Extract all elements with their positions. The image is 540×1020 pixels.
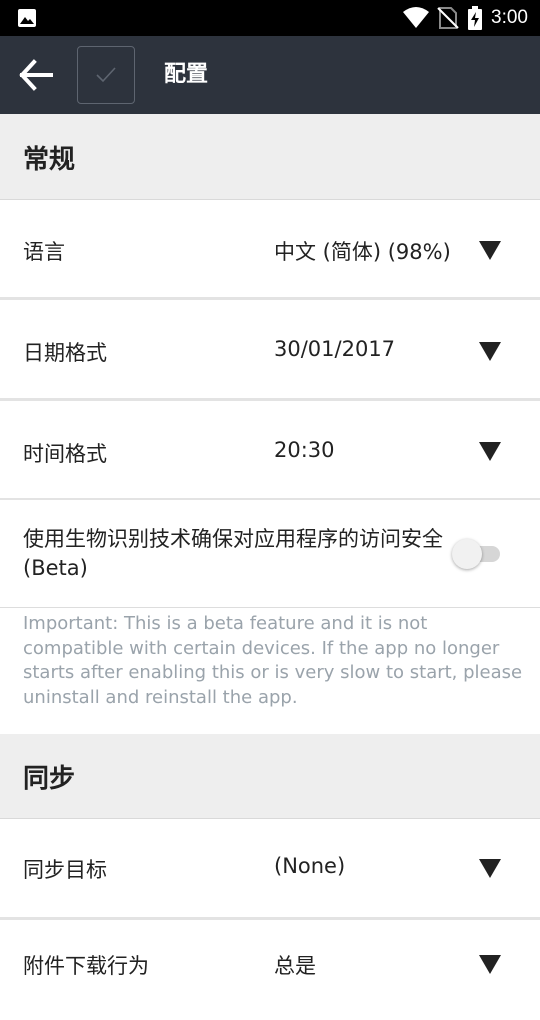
section-header-sync: 同步 (0, 734, 540, 819)
page-title: 配置 (164, 62, 209, 87)
dropdown-arrow-icon[interactable] (479, 442, 501, 461)
time-format-setting[interactable]: 时间格式 20:30 (0, 401, 540, 501)
toggle-thumb (452, 539, 482, 569)
attachment-download-setting[interactable]: 附件下载行为 总是 (0, 920, 540, 1020)
dropdown-arrow-icon[interactable] (479, 955, 501, 974)
save-button[interactable] (77, 46, 135, 104)
section-title: 常规 (23, 145, 76, 175)
app-bar: 配置 (0, 36, 540, 114)
status-bar: 3:00 (0, 0, 540, 36)
back-arrow-icon[interactable] (18, 58, 54, 92)
date-format-dropdown[interactable]: 30/01/2017 (274, 337, 395, 361)
sync-target-dropdown[interactable]: (None) (274, 854, 345, 878)
biometrics-toggle[interactable] (452, 539, 502, 569)
battery-charging-icon (468, 6, 483, 30)
language-dropdown[interactable]: 中文 (简体) (98%) (274, 236, 451, 266)
wifi-icon (403, 7, 430, 28)
section-header-general: 常规 (0, 114, 540, 200)
setting-label: 语言 (23, 240, 65, 264)
setting-label: 日期格式 (23, 341, 107, 365)
section-title: 同步 (23, 764, 76, 794)
dropdown-arrow-icon[interactable] (479, 241, 501, 260)
beta-warning-note: Important: This is a beta feature and it… (23, 613, 523, 708)
attachment-download-dropdown[interactable]: 总是 (274, 950, 316, 980)
time-format-dropdown[interactable]: 20:30 (274, 438, 335, 462)
check-icon (96, 67, 116, 83)
dropdown-arrow-icon[interactable] (479, 859, 501, 878)
sync-target-setting[interactable]: 同步目标 (None) (0, 819, 540, 920)
setting-label: 同步目标 (23, 858, 107, 882)
setting-label: 附件下载行为 (23, 954, 149, 978)
biometrics-label: 使用生物识别技术确保对应用程序的访问安全 (Beta) (23, 527, 443, 580)
no-sim-icon (437, 7, 459, 29)
image-icon (18, 9, 36, 27)
dropdown-arrow-icon[interactable] (479, 342, 501, 361)
setting-label: 时间格式 (23, 442, 107, 466)
clock: 3:00 (491, 7, 528, 28)
language-setting[interactable]: 语言 中文 (简体) (98%) (0, 200, 540, 300)
date-format-setting[interactable]: 日期格式 30/01/2017 (0, 300, 540, 401)
